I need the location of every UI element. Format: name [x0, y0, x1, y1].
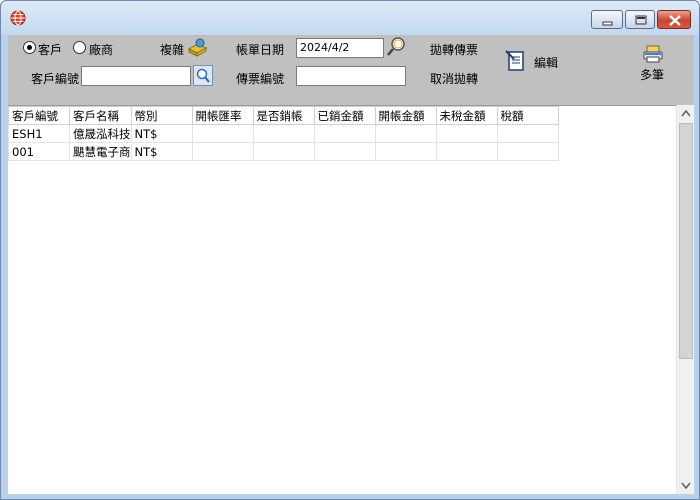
col-header-opening-rate[interactable]: 開帳匯率: [191, 106, 254, 125]
cell-writeoff-amount[interactable]: [313, 142, 376, 161]
cancel-transfer-button[interactable]: 取消拋轉: [430, 70, 478, 87]
maximize-button[interactable]: [625, 10, 655, 29]
cell-tax[interactable]: [496, 124, 559, 143]
printer-icon[interactable]: [642, 44, 664, 64]
minimize-button[interactable]: [591, 10, 623, 29]
customer-radio-label[interactable]: 客戶: [38, 41, 62, 58]
edit-icon[interactable]: [505, 49, 527, 73]
date-lookup-icon[interactable]: [386, 36, 406, 58]
close-button[interactable]: [657, 10, 691, 29]
account-date-label: 帳單日期: [236, 43, 285, 57]
app-window: 客戶 廠商 複雜 帳單日期 2024/4/2 拋轉傳票 編輯 多筆 客戶編號 傳…: [0, 0, 700, 500]
account-date-field[interactable]: 2024/4/2: [296, 38, 384, 58]
cell-tax[interactable]: [496, 142, 559, 161]
table-row[interactable]: 001 颶慧電子商 NT$: [8, 142, 559, 161]
edit-button[interactable]: 編輯: [534, 54, 558, 71]
app-globe-icon: [10, 10, 26, 26]
minimize-icon: [602, 21, 613, 26]
cell-opening-rate[interactable]: [191, 142, 254, 161]
maximize-icon: [635, 15, 647, 25]
col-header-currency[interactable]: 幣別: [130, 106, 193, 125]
cell-currency[interactable]: NT$: [130, 142, 193, 161]
cell-pretax-amount[interactable]: [435, 142, 498, 161]
customer-code-field[interactable]: [81, 66, 191, 86]
cell-opening-amount[interactable]: [374, 142, 437, 161]
cell-opening-rate[interactable]: [191, 124, 254, 143]
cell-customer-name[interactable]: 颶慧電子商: [69, 142, 132, 161]
col-header-customer-name[interactable]: 客戶名稱: [69, 106, 132, 125]
cell-opening-amount[interactable]: [374, 124, 437, 143]
scroll-down-icon[interactable]: [677, 477, 695, 494]
scroll-up-icon[interactable]: [677, 105, 695, 122]
customer-code-label: 客戶編號: [31, 72, 80, 86]
cell-currency[interactable]: NT$: [130, 124, 193, 143]
cell-writeoff-amount[interactable]: [313, 124, 376, 143]
col-header-writeoff-amount[interactable]: 已銷金額: [313, 106, 376, 125]
transfer-voucher-button[interactable]: 拋轉傳票: [430, 41, 478, 58]
col-header-written-off[interactable]: 是否銷帳: [252, 106, 315, 125]
col-header-tax[interactable]: 稅額: [496, 106, 559, 125]
copy-icon[interactable]: [186, 37, 208, 59]
cell-written-off[interactable]: [252, 142, 315, 161]
grid-header-row: 客戶編號 客戶名稱 幣別 開帳匯率 是否銷帳 已銷金額 開帳金額 未稅金額 稅額: [8, 106, 559, 125]
copy-label[interactable]: 複雜: [160, 41, 184, 58]
toolbar: 客戶 廠商 複雜 帳單日期 2024/4/2 拋轉傳票 編輯 多筆 客戶編號 傳…: [8, 35, 694, 105]
cell-customer-code[interactable]: ESH1: [8, 124, 70, 143]
vendor-radio-label[interactable]: 廠商: [89, 41, 113, 58]
grid-table: 客戶編號 客戶名稱 幣別 開帳匯率 是否銷帳 已銷金額 開帳金額 未稅金額 稅額…: [8, 106, 559, 161]
cell-customer-code[interactable]: 001: [8, 142, 70, 161]
col-header-pretax-amount[interactable]: 未稅金額: [435, 106, 498, 125]
cell-customer-name[interactable]: 億晟泓科技: [69, 124, 132, 143]
title-bar: [1, 1, 699, 35]
voucher-no-field[interactable]: [296, 66, 406, 86]
scrollbar-thumb[interactable]: [679, 123, 693, 359]
multi-button[interactable]: 多筆: [640, 66, 664, 83]
search-icon[interactable]: [193, 65, 213, 86]
voucher-no-label: 傳票編號: [236, 72, 285, 86]
vendor-radio[interactable]: [73, 41, 86, 54]
col-header-customer-code[interactable]: 客戶編號: [8, 106, 70, 125]
cell-written-off[interactable]: [252, 124, 315, 143]
customer-radio[interactable]: [23, 41, 36, 54]
table-row[interactable]: ESH1 億晟泓科技 NT$: [8, 124, 559, 143]
data-grid[interactable]: 客戶編號 客戶名稱 幣別 開帳匯率 是否銷帳 已銷金額 開帳金額 未稅金額 稅額…: [8, 105, 694, 494]
vertical-scrollbar[interactable]: [676, 105, 694, 494]
col-header-opening-amount[interactable]: 開帳金額: [374, 106, 437, 125]
close-icon: [669, 15, 681, 26]
cell-pretax-amount[interactable]: [435, 124, 498, 143]
